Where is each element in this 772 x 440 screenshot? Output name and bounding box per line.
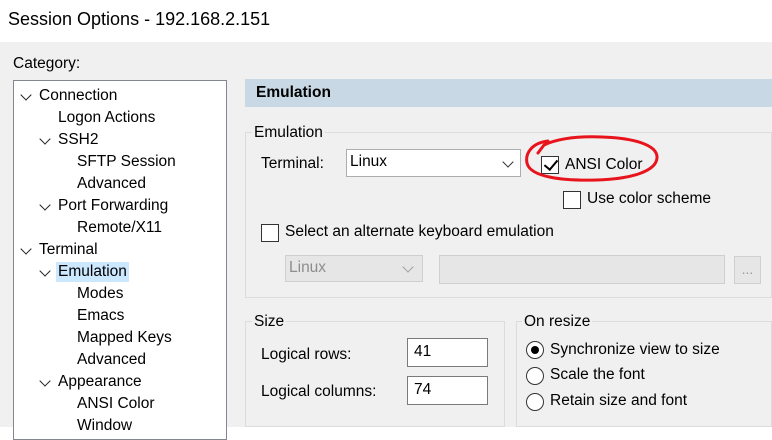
chevron-down-icon[interactable] [39,199,51,211]
logical-columns-label: Logical columns: [261,383,377,400]
scale-font-label[interactable]: Scale the font [550,366,645,384]
on-resize-group-label: On resize [522,313,593,331]
retain-size-label[interactable]: Retain size and font [550,392,687,410]
tree-item-sftp-session[interactable]: SFTP Session [77,152,176,172]
chevron-down-icon[interactable] [39,133,51,145]
tree-item-window[interactable]: Window [77,416,132,436]
tree-item-modes[interactable]: Modes [77,284,124,304]
emulation-group-label: Emulation [252,124,325,142]
chevron-down-icon[interactable] [20,243,32,255]
terminal-select[interactable]: Linux [346,149,521,177]
use-color-scheme-label[interactable]: Use color scheme [587,190,711,208]
tree-item-mapped-keys[interactable]: Mapped Keys [77,328,172,348]
alt-keyboard-label[interactable]: Select an alternate keyboard emulation [285,223,554,241]
browse-button: ... [734,256,761,284]
tree-item-emacs[interactable]: Emacs [77,306,124,326]
alt-keyboard-checkbox[interactable] [261,224,279,242]
ansi-color-label[interactable]: ANSI Color [565,156,643,174]
tree-item-ansi-color[interactable]: ANSI Color [77,394,155,414]
tree-item-terminal-advanced[interactable]: Advanced [77,350,146,370]
logical-rows-label: Logical rows: [261,346,352,363]
tree-item-ssh2-advanced[interactable]: Advanced [77,174,146,194]
category-label: Category: [13,55,81,72]
chevron-down-icon[interactable] [39,375,51,387]
synchronize-view-label[interactable]: Synchronize view to size [550,341,720,359]
keyboard-file-field [439,255,725,284]
terminal-label: Terminal: [261,155,324,172]
logical-columns-input[interactable]: 74 [407,376,488,405]
chevron-down-icon[interactable] [39,265,51,277]
retain-size-radio[interactable] [526,393,544,411]
category-tree[interactable]: Connection Logon Actions SSH2 SFTP Sessi… [13,80,227,440]
window-title: Session Options - 192.168.2.151 [8,9,271,29]
synchronize-view-radio[interactable] [526,341,544,359]
checkmark-icon [543,155,559,172]
panel-header: Emulation [245,79,772,107]
tree-item-logon-actions[interactable]: Logon Actions [58,108,155,128]
ansi-color-checkbox[interactable] [541,155,559,174]
scale-font-radio[interactable] [526,367,544,385]
chevron-down-icon [402,261,414,273]
size-group [245,321,505,427]
chevron-down-icon[interactable] [20,89,32,101]
title-bar: Session Options - 192.168.2.151 [0,0,772,42]
use-color-scheme-checkbox[interactable] [563,191,581,209]
tree-item-remote-x11[interactable]: Remote/X11 [77,218,162,238]
panel-title: Emulation [256,84,331,101]
size-group-label: Size [252,313,287,331]
chevron-down-icon [502,156,514,168]
alt-keyboard-select: Linux [285,255,423,282]
logical-rows-input[interactable]: 41 [407,338,488,367]
